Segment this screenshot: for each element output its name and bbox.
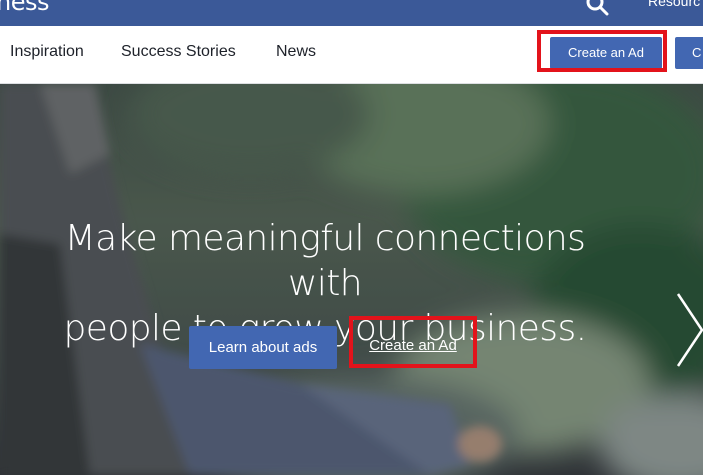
highlight-box bbox=[537, 30, 667, 72]
learn-about-ads-button[interactable]: Learn about ads bbox=[189, 326, 337, 369]
nav-item-inspiration[interactable]: Inspiration bbox=[10, 43, 84, 61]
top-brand-bar: ness Resourc bbox=[0, 0, 703, 26]
nav-item-success-stories[interactable]: Success Stories bbox=[121, 43, 236, 61]
nav-partial-button[interactable]: C bbox=[675, 37, 703, 69]
hero-headline-line1: Make meaningful connections with bbox=[64, 218, 586, 304]
chevron-right-icon[interactable] bbox=[672, 290, 703, 370]
nav-item-news[interactable]: News bbox=[276, 43, 316, 61]
brand-wordmark[interactable]: ness bbox=[0, 0, 49, 16]
search-icon[interactable] bbox=[585, 0, 609, 16]
main-nav: Inspiration Success Stories News Create … bbox=[0, 26, 703, 84]
hero-banner: Make meaningful connections with people … bbox=[0, 84, 703, 475]
hero-create-ad-link[interactable]: Create an Ad bbox=[349, 316, 477, 368]
resources-link[interactable]: Resourc bbox=[648, 0, 700, 9]
